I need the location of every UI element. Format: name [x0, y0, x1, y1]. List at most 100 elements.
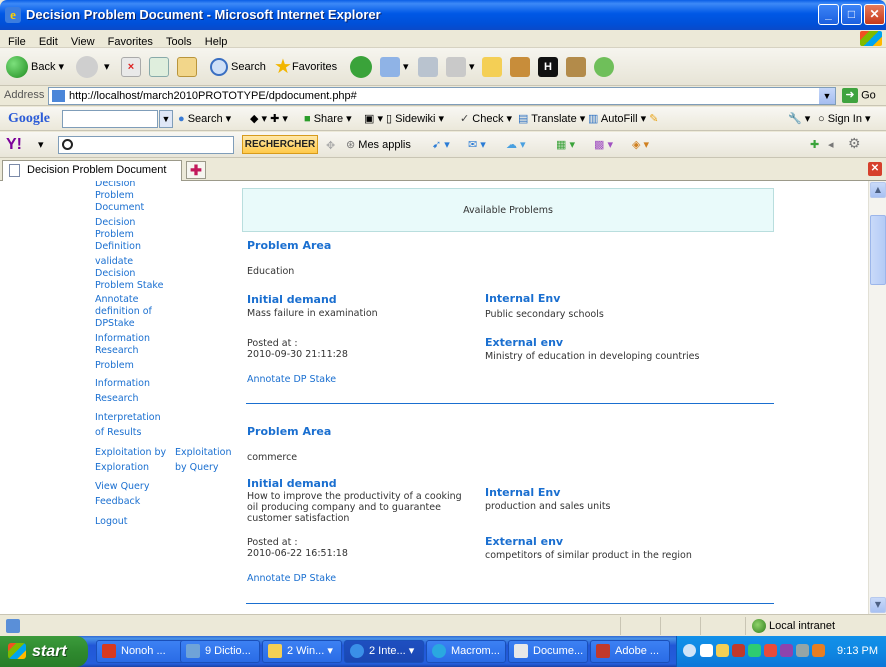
settings-wrench-icon[interactable]: 🔧 ▾ [788, 112, 810, 126]
taskbar-item-macromedia[interactable]: Macrom... [426, 640, 506, 663]
sidebar-item-decision-problem-document[interactable]: Decision Problem Document [95, 181, 144, 214]
folder-button[interactable] [482, 54, 502, 80]
divider [620, 617, 621, 635]
app-icon [514, 644, 528, 658]
h-button[interactable]: H [538, 54, 558, 80]
tray-app-icon[interactable] [732, 644, 745, 657]
messenger-icon [594, 57, 614, 78]
external-env-title: External env [485, 336, 564, 349]
search-icon: ● [178, 113, 185, 125]
discuss-button[interactable] [510, 54, 530, 80]
adobe-icon [596, 644, 610, 658]
address-input[interactable]: http://localhost/march2010PROTOTYPE/dpdo… [48, 87, 836, 105]
highlighter-icon: ✎ [649, 113, 659, 125]
search-button[interactable]: Search [210, 54, 266, 80]
history-button[interactable] [350, 54, 375, 80]
page-status-icon [6, 619, 20, 633]
forward-button[interactable]: ▾ [76, 54, 110, 80]
taskbar-item-adobe[interactable]: Adobe ... [590, 640, 670, 663]
go-button[interactable]: ➜ Go [842, 88, 876, 103]
scroll-up-icon[interactable]: ▲ [870, 182, 886, 198]
rechercher-button[interactable]: RECHERCHER [242, 135, 318, 154]
share-button[interactable]: ■ Share ▾ [304, 112, 352, 126]
research-button[interactable] [566, 54, 586, 80]
sidebar-item-interpretation-of-results[interactable]: Interpretation of Results [95, 410, 161, 440]
print-button[interactable] [418, 54, 438, 80]
initial-demand-title: Initial demand [247, 293, 337, 306]
tray-app-icon[interactable] [796, 644, 809, 657]
tray-arrow-icon[interactable] [683, 644, 696, 657]
add-icon[interactable]: ✚ [810, 138, 819, 152]
sidebar-item-exploitation-by-query[interactable]: Exploitation by Query [175, 445, 232, 475]
chevron-down-icon[interactable]: ▾ [38, 138, 44, 152]
sidebar-item-information-research-problem[interactable]: Information Research Problem [95, 333, 150, 372]
chevron-down-icon[interactable]: ▼ [159, 110, 173, 128]
annotate-dp-stake-link[interactable]: Annotate DP Stake [247, 573, 336, 584]
autofill-button[interactable]: ▥ AutoFill ▾ ✎ [588, 112, 658, 126]
start-button[interactable]: start [0, 636, 88, 667]
app-icon [432, 644, 446, 658]
tray-shield-icon[interactable] [716, 644, 729, 657]
sidebar-item-decision-problem-definition[interactable]: Decision Problem Definition [95, 217, 141, 253]
messenger-button[interactable] [594, 54, 614, 80]
tray-app-icon[interactable] [780, 644, 793, 657]
chevron-down-icon[interactable]: ▼ [819, 88, 835, 104]
scroll-thumb[interactable] [870, 215, 886, 285]
taskbar-item-document[interactable]: Docume... [508, 640, 588, 663]
sidebar-item-annotate-definition[interactable]: Annotate definition of DPStake [95, 294, 152, 330]
sidebar-item-logout[interactable]: Logout [95, 514, 128, 529]
back-button[interactable]: Back ▾ [6, 54, 64, 80]
sidebar-item-exploitation-by-exploration[interactable]: Exploitation by Exploration [95, 445, 166, 475]
new-tab-button[interactable]: ✚ [186, 161, 206, 179]
tab-decision-problem-document[interactable]: Decision Problem Document [2, 160, 182, 181]
maximize-button[interactable]: □ [841, 4, 862, 25]
close-button[interactable]: ✕ [864, 4, 885, 25]
google-search-input[interactable] [62, 110, 158, 128]
bookmarks-icon[interactable]: ◆ ▾ ✚ ▾ [250, 112, 288, 126]
tray-app-icon[interactable] [764, 644, 777, 657]
star-icon: ★ [274, 56, 292, 79]
refresh-button[interactable] [149, 54, 169, 80]
favorites-button[interactable]: ★Favorites [274, 54, 337, 80]
sidebar-item-information-research[interactable]: Information Research [95, 376, 150, 406]
yahoo-search-input[interactable] [58, 136, 234, 154]
scroll-down-icon[interactable]: ▼ [870, 597, 886, 613]
problem-area-title: Problem Area [247, 425, 332, 438]
home-button[interactable] [177, 54, 197, 80]
minimize-button[interactable]: _ [818, 4, 839, 25]
tray-app-icon[interactable] [748, 644, 761, 657]
bookmark-icon[interactable]: ➹ ▾ [432, 138, 450, 152]
taskbar-item-dictio[interactable]: 9 Dictio... [180, 640, 260, 663]
taskbar-item-nonoh[interactable]: Nonoh ... [96, 640, 186, 663]
gear-icon[interactable]: ⚙ [848, 136, 861, 150]
page-tools-icon[interactable]: ▣ ▾ [364, 112, 383, 126]
tray-app-icon[interactable] [812, 644, 825, 657]
internal-env-title: Internal Env [485, 292, 561, 305]
sidebar-item-validate-decision-problem-stake[interactable]: validate Decision Problem Stake [95, 256, 163, 292]
scroll-left-icon[interactable]: ◂ [828, 138, 834, 152]
mail-button[interactable]: ▾ [380, 54, 409, 80]
sidewiki-button[interactable]: ▯ Sidewiki ▾ [386, 112, 444, 126]
finance-icon[interactable]: ▩ ▾ [594, 138, 613, 152]
stop-button[interactable]: × [121, 54, 141, 80]
taskbar-item-windows[interactable]: 2 Win... ▾ [262, 640, 342, 663]
sign-in-button[interactable]: ○ Sign In ▾ [818, 112, 871, 126]
weather-icon[interactable]: ☁ ▾ [506, 138, 526, 152]
internal-env-title: Internal Env [485, 486, 561, 499]
mes-applis-button[interactable]: ⊛ Mes applis [346, 138, 411, 152]
news-icon[interactable]: ▦ ▾ [556, 138, 575, 152]
tray-network-icon[interactable] [700, 644, 713, 657]
autofill-icon: ▥ [588, 113, 599, 125]
translate-button[interactable]: ▤ Translate ▾ [518, 112, 585, 126]
check-button[interactable]: ✓ Check ▾ [460, 112, 512, 126]
edit-button[interactable]: ▾ [446, 54, 475, 80]
mail-icon[interactable]: ✉ ▾ [468, 138, 486, 152]
app-icon [102, 644, 116, 658]
annotate-dp-stake-link[interactable]: Annotate DP Stake [247, 374, 336, 385]
sidebar-item-view-query-feedback[interactable]: View Query Feedback [95, 479, 149, 509]
vertical-scrollbar[interactable]: ▲ ▼ [868, 181, 886, 614]
google-search-button[interactable]: ● Search ▾ [178, 112, 231, 126]
taskbar-item-internet-explorer[interactable]: 2 Inte... ▾ [344, 640, 424, 663]
shield-icon[interactable]: ◈ ▾ [632, 138, 649, 152]
close-tab-icon[interactable]: ✕ [868, 162, 882, 176]
